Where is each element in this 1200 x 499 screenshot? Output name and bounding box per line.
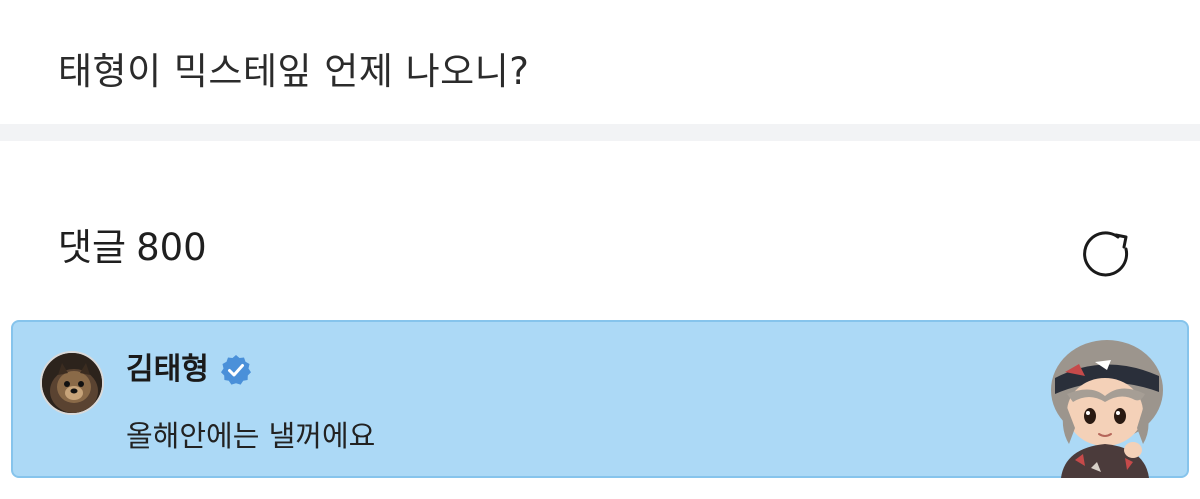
post-page: 태형이 믹스테잎 언제 나오니? 댓글 800 김태형 올해안에는 낼꺼에요 bbox=[0, 0, 1200, 499]
comment-card[interactable]: 김태형 올해안에는 낼꺼에요 bbox=[11, 320, 1189, 478]
comments-count: 800 bbox=[136, 226, 207, 269]
comment-text: 올해안에는 낼꺼에요 bbox=[126, 419, 376, 453]
post-title: 태형이 믹스테잎 언제 나오니? bbox=[58, 50, 530, 93]
verified-badge-icon bbox=[220, 355, 251, 385]
comments-label: 댓글 bbox=[58, 226, 127, 269]
section-divider bbox=[0, 124, 1200, 141]
dog-avatar-image bbox=[42, 353, 102, 413]
author-name[interactable]: 김태형 bbox=[126, 350, 209, 390]
author-row: 김태형 bbox=[126, 350, 253, 390]
comments-title: 댓글 800 bbox=[58, 224, 207, 272]
refresh-button[interactable] bbox=[1078, 224, 1136, 282]
character-sticker-image bbox=[1051, 340, 1163, 478]
refresh-icon bbox=[1083, 231, 1129, 277]
comments-header: 댓글 800 bbox=[0, 210, 1200, 286]
avatar[interactable] bbox=[40, 351, 104, 415]
